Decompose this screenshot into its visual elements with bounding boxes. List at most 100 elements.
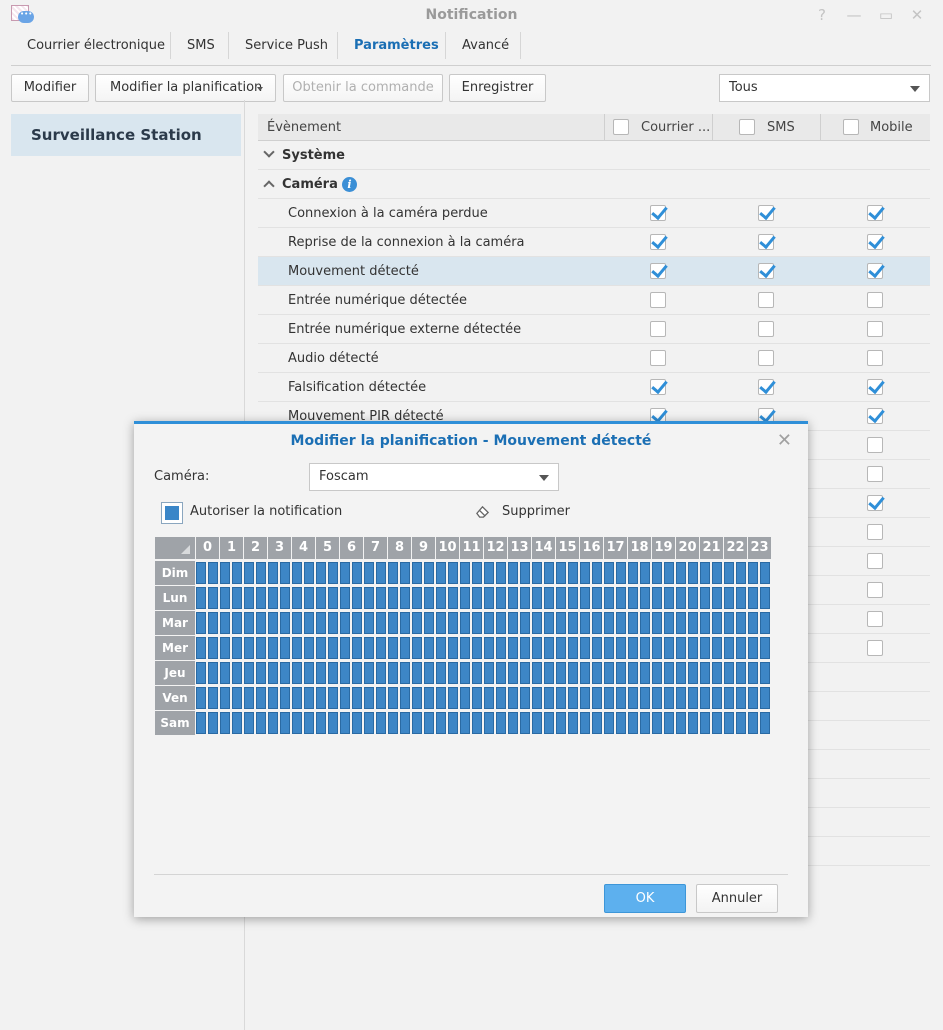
schedule-slot[interactable] <box>340 662 350 684</box>
schedule-slot[interactable] <box>604 612 614 634</box>
schedule-slot[interactable] <box>352 687 362 709</box>
schedule-slot[interactable] <box>748 612 758 634</box>
schedule-slot[interactable] <box>208 687 218 709</box>
hour-header[interactable]: 18 <box>628 537 651 559</box>
schedule-slot[interactable] <box>424 637 434 659</box>
schedule-slot[interactable] <box>376 687 386 709</box>
schedule-slot[interactable] <box>616 587 626 609</box>
schedule-slot[interactable] <box>616 612 626 634</box>
schedule-slot[interactable] <box>508 612 518 634</box>
schedule-slot[interactable] <box>268 612 278 634</box>
schedule-slot[interactable] <box>460 587 470 609</box>
day-header[interactable]: Sam <box>155 711 195 735</box>
schedule-slot[interactable] <box>544 587 554 609</box>
schedule-slot[interactable] <box>244 712 254 734</box>
schedule-slot[interactable] <box>412 562 422 584</box>
schedule-slot[interactable] <box>280 662 290 684</box>
ok-button[interactable]: OK <box>604 884 686 913</box>
schedule-slot[interactable] <box>520 637 530 659</box>
schedule-slot[interactable] <box>256 712 266 734</box>
schedule-slot[interactable] <box>520 662 530 684</box>
schedule-slot[interactable] <box>592 687 602 709</box>
table-row[interactable]: Reprise de la connexion à la caméra <box>258 228 930 257</box>
schedule-slot[interactable] <box>700 712 710 734</box>
schedule-slot[interactable] <box>664 662 674 684</box>
schedule-slot[interactable] <box>352 662 362 684</box>
eraser-icon[interactable] <box>475 504 490 519</box>
schedule-slot[interactable] <box>460 562 470 584</box>
schedule-slot[interactable] <box>244 587 254 609</box>
schedule-slot[interactable] <box>388 662 398 684</box>
schedule-slot[interactable] <box>364 612 374 634</box>
sms-checkbox[interactable] <box>758 350 774 366</box>
schedule-slot[interactable] <box>340 687 350 709</box>
hour-header[interactable]: 23 <box>748 537 771 559</box>
schedule-slot[interactable] <box>196 687 206 709</box>
schedule-slot[interactable] <box>568 562 578 584</box>
schedule-slot[interactable] <box>460 662 470 684</box>
schedule-slot[interactable] <box>304 562 314 584</box>
hour-header[interactable]: 10 <box>436 537 459 559</box>
schedule-slot[interactable] <box>496 637 506 659</box>
sidebar-item-surveillance-station[interactable]: Surveillance Station <box>11 114 241 156</box>
schedule-slot[interactable] <box>388 562 398 584</box>
group-camera[interactable]: Caméra i <box>258 170 930 199</box>
filter-select[interactable]: Tous <box>719 74 930 102</box>
schedule-slot[interactable] <box>208 562 218 584</box>
email-checkbox[interactable] <box>650 292 666 308</box>
schedule-slot[interactable] <box>592 612 602 634</box>
maximize-icon[interactable]: ▭ <box>876 6 896 24</box>
schedule-slot[interactable] <box>244 637 254 659</box>
mobile-checkbox[interactable] <box>867 292 883 308</box>
schedule-slot[interactable] <box>604 587 614 609</box>
schedule-slot[interactable] <box>376 587 386 609</box>
table-row[interactable]: Connexion à la caméra perdue <box>258 199 930 228</box>
schedule-slot[interactable] <box>316 562 326 584</box>
hour-header[interactable]: 11 <box>460 537 483 559</box>
table-row[interactable] <box>808 663 930 692</box>
schedule-slot[interactable] <box>424 687 434 709</box>
schedule-slot[interactable] <box>484 687 494 709</box>
schedule-slot[interactable] <box>700 612 710 634</box>
edit-button[interactable]: Modifier <box>11 74 89 102</box>
sms-checkbox[interactable] <box>758 205 774 221</box>
email-checkbox[interactable] <box>650 205 666 221</box>
schedule-slot[interactable] <box>712 662 722 684</box>
schedule-slot[interactable] <box>364 662 374 684</box>
schedule-slot[interactable] <box>352 712 362 734</box>
schedule-slot[interactable] <box>508 637 518 659</box>
schedule-slot[interactable] <box>364 562 374 584</box>
schedule-slot[interactable] <box>760 612 770 634</box>
mobile-checkbox[interactable] <box>867 379 883 395</box>
schedule-slot[interactable] <box>304 687 314 709</box>
day-header[interactable]: Ven <box>155 686 195 710</box>
table-row[interactable] <box>808 634 930 663</box>
hour-header[interactable]: 19 <box>652 537 675 559</box>
schedule-slot[interactable] <box>436 662 446 684</box>
schedule-slot[interactable] <box>436 637 446 659</box>
schedule-slot[interactable] <box>508 712 518 734</box>
schedule-slot[interactable] <box>496 612 506 634</box>
schedule-slot[interactable] <box>232 637 242 659</box>
mobile-checkbox[interactable] <box>867 234 883 250</box>
schedule-slot[interactable] <box>316 612 326 634</box>
schedule-slot[interactable] <box>688 712 698 734</box>
table-row[interactable]: Entrée numérique détectée <box>258 286 930 315</box>
schedule-slot[interactable] <box>556 637 566 659</box>
schedule-slot[interactable] <box>196 662 206 684</box>
schedule-slot[interactable] <box>496 687 506 709</box>
schedule-slot[interactable] <box>424 712 434 734</box>
schedule-slot[interactable] <box>760 637 770 659</box>
allow-notification-checkbox[interactable] <box>161 502 183 524</box>
schedule-slot[interactable] <box>232 612 242 634</box>
schedule-slot[interactable] <box>460 712 470 734</box>
schedule-slot[interactable] <box>676 587 686 609</box>
header-mobile-checkbox[interactable] <box>843 119 859 135</box>
schedule-slot[interactable] <box>256 612 266 634</box>
schedule-slot[interactable] <box>664 587 674 609</box>
hour-header[interactable]: 13 <box>508 537 531 559</box>
schedule-slot[interactable] <box>208 587 218 609</box>
schedule-slot[interactable] <box>280 687 290 709</box>
schedule-slot[interactable] <box>256 662 266 684</box>
schedule-slot[interactable] <box>268 637 278 659</box>
